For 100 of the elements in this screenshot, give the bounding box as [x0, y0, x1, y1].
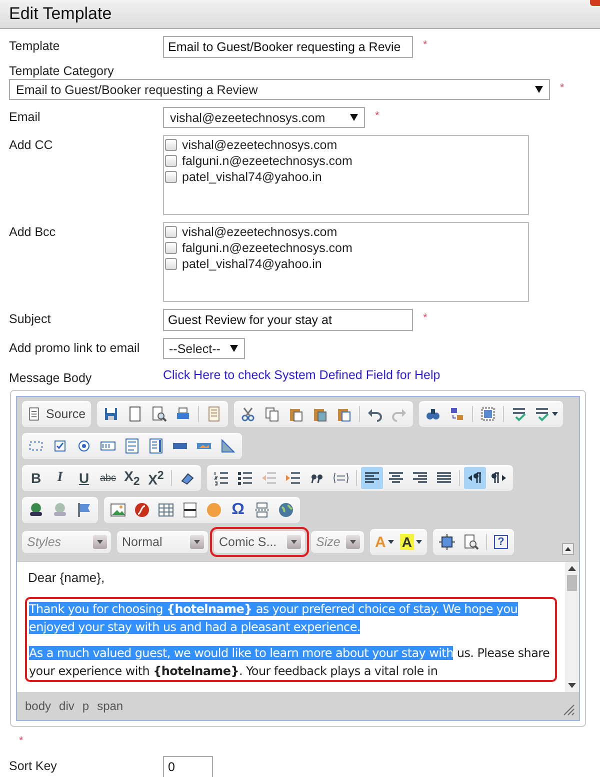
rtl-icon: [491, 470, 507, 486]
font-dropdown[interactable]: Comic S...: [214, 531, 305, 553]
scroll-up-icon: [568, 566, 576, 571]
required-mark: *: [375, 109, 380, 122]
checkbox-label: vishal@ezeetechnosys.com: [182, 225, 338, 239]
subscript-button[interactable]: X$_{2}$: [121, 467, 143, 489]
replace-icon: [448, 406, 465, 422]
table-icon: [158, 502, 174, 518]
resize-grip-icon[interactable]: [563, 704, 575, 716]
element-path-item[interactable]: body: [25, 699, 52, 713]
select-field-icon: [148, 438, 164, 454]
required-mark: *: [423, 38, 428, 51]
field-label: Template Category: [9, 64, 115, 78]
align-left-icon: [364, 470, 380, 486]
bullet-list-icon: [237, 470, 253, 486]
template-field[interactable]: Email to Guest/Booker requesting a Revie: [163, 36, 413, 58]
checkbox[interactable]: [165, 242, 177, 254]
body-paragraph: Thank you for choosing {hotelname} as your preferred choice of stay. We hope you enjoyed your stay with us and had a pleasant experience.: [29, 601, 519, 636]
subject-field[interactable]: Guest Review for your stay at: [163, 309, 413, 331]
help-link[interactable]: Click Here to check System Defined Field for Help: [163, 368, 440, 382]
sort-key-field[interactable]: 0: [163, 756, 213, 777]
element-path-item[interactable]: div: [59, 699, 74, 713]
align-center-icon: [388, 470, 404, 486]
flash-icon: [134, 502, 150, 518]
spellcheck-menu-icon: [534, 406, 550, 422]
template-icon: [206, 406, 222, 422]
numbered-list-icon: [213, 470, 229, 486]
show-blocks-icon: [462, 534, 479, 550]
redo-icon: [390, 406, 407, 422]
checkbox[interactable]: [165, 226, 177, 238]
hidden-field-icon: [220, 438, 236, 454]
checkbox-label: falguni.n@ezeetechnosys.com: [182, 154, 352, 168]
format-dropdown[interactable]: Normal: [117, 531, 208, 553]
checkbox[interactable]: [165, 155, 177, 167]
collapse-toolbar-icon[interactable]: [562, 543, 574, 555]
emoticon-icon: [206, 502, 222, 518]
spellcheck-icon: [510, 406, 527, 422]
greeting-text: Dear {name},: [28, 570, 106, 585]
body-paragraph: As a much valued guest, we would like to learn more about your stay with us. Please share your experience with {hotelname}. Your feedback plays a vital role in: [29, 645, 551, 680]
checkbox-label: vishal@ezeetechnosys.com: [182, 138, 338, 152]
link-icon: [28, 502, 44, 518]
new-page-icon: [126, 406, 143, 422]
bold-button[interactable]: B: [25, 467, 47, 489]
field-label: Email: [9, 109, 42, 124]
checkbox[interactable]: [165, 258, 177, 270]
paste-text-icon: [312, 406, 328, 422]
ltr-button[interactable]: [464, 467, 486, 489]
caret-icon: [388, 540, 394, 544]
div-icon: [333, 470, 349, 486]
underline-button[interactable]: U: [73, 467, 95, 489]
scrollbar-thumb[interactable]: [567, 575, 577, 591]
italic-button[interactable]: I: [49, 467, 71, 489]
checkbox-label: patel_vishal74@yahoo.in: [182, 170, 322, 184]
dialog-title: Edit Template: [8, 4, 112, 24]
textarea-icon: [124, 438, 140, 454]
field-label: Message Body: [9, 370, 93, 385]
scroll-down-icon: [568, 683, 576, 688]
element-path-item[interactable]: p: [82, 699, 90, 713]
strikethrough-button[interactable]: abc: [97, 467, 119, 489]
field-label: Subject: [9, 311, 52, 326]
special-character-button[interactable]: Ω: [227, 499, 249, 521]
justify-icon: [436, 470, 452, 486]
email-select[interactable]: vishal@ezeetechnosys.com: [163, 107, 365, 128]
unlink-icon: [52, 502, 68, 518]
required-mark: *: [423, 311, 428, 324]
close-button[interactable]: [590, 0, 600, 6]
background-color-button[interactable]: A: [398, 531, 424, 553]
scrollbar[interactable]: [565, 562, 579, 692]
promo-select[interactable]: --Select--: [163, 338, 245, 359]
outdent-icon: [261, 470, 277, 486]
checkbox-label: patel_vishal74@yahoo.in: [182, 257, 322, 271]
page-break-icon: [254, 502, 270, 518]
caret-icon: [552, 412, 558, 416]
field-label: Sort Key: [9, 758, 58, 773]
checkbox[interactable]: [165, 171, 177, 183]
field-label: Add promo link to email: [9, 340, 141, 355]
document-icon: [27, 407, 41, 421]
field-label: Template: [9, 38, 61, 53]
print-icon: [174, 406, 191, 422]
copy-icon: [264, 406, 280, 422]
superscript-button[interactable]: X$^{2}$: [145, 467, 167, 489]
align-left-button[interactable]: [361, 467, 383, 489]
paste-icon: [288, 406, 304, 422]
element-path-item[interactable]: span: [97, 699, 124, 713]
checkbox[interactable]: [165, 139, 177, 151]
help-button[interactable]: ?: [494, 535, 508, 549]
maximize-icon: [438, 534, 455, 550]
required-mark: *: [19, 735, 24, 747]
align-right-icon: [412, 470, 428, 486]
flag-icon: [76, 502, 92, 518]
indent-icon: [285, 470, 301, 486]
select-all-icon: [480, 406, 496, 422]
preview-icon: [150, 406, 167, 422]
checkbox-label: falguni.n@ezeetechnosys.com: [182, 241, 352, 255]
ltr-icon: [467, 470, 483, 486]
checkbox-icon: [52, 438, 68, 454]
category-select[interactable]: Email to Guest/Booker requesting a Review: [9, 79, 550, 100]
save-icon: [102, 406, 119, 422]
paste-word-icon: [336, 406, 352, 422]
field-label: Add Bcc: [9, 224, 57, 239]
